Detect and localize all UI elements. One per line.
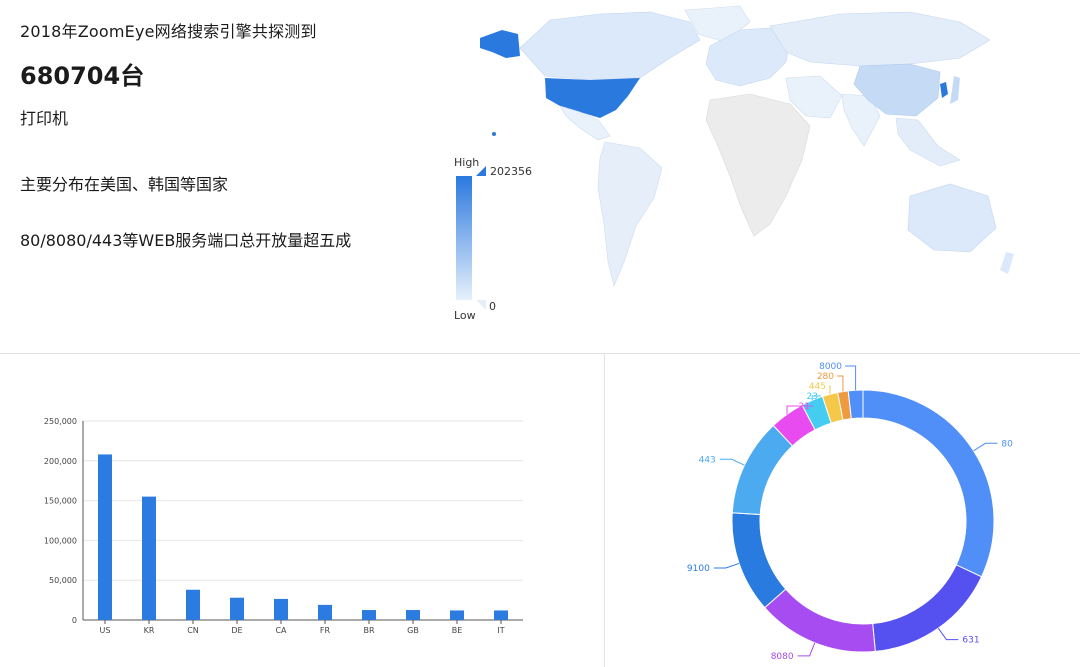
x-tick-label: BR: [363, 626, 374, 635]
device-type: 打印机: [20, 109, 69, 128]
world-map: High 202356 0 Low: [454, 5, 1014, 322]
slice-label: 280: [817, 372, 834, 382]
map-region-australia: [907, 183, 997, 253]
country-bar-chart: 0 50,000 100,000 150,000 200,000 250,000 US KR C…: [44, 417, 523, 635]
bar-it[interactable]: [494, 610, 508, 620]
summary-panel: 2018年ZoomEye网络搜索引擎共探测到 680704台 打印机 主要分布在…: [0, 0, 1080, 353]
x-tick-label: FR: [320, 626, 331, 635]
slice-leader-line: [713, 562, 740, 569]
map-region-japan: [950, 76, 960, 104]
slice-label: 80: [1001, 439, 1013, 449]
slice-port-80[interactable]: [862, 389, 995, 578]
distribution-note: 主要分布在美国、韩国等国家: [20, 175, 229, 194]
bar-us[interactable]: [98, 454, 112, 620]
device-count: 680704台: [20, 62, 145, 90]
x-tick-label: DE: [231, 626, 242, 635]
slice-port-8000[interactable]: [847, 389, 864, 420]
slice-port-8080[interactable]: [764, 588, 876, 653]
legend-high-label: High: [454, 156, 479, 169]
legend-low-label: Low: [454, 309, 476, 322]
x-tick-label: GB: [407, 626, 419, 635]
x-tick-label: CN: [187, 626, 199, 635]
y-tick-label: 200,000: [44, 457, 77, 466]
legend-max-value: 202356: [490, 165, 532, 178]
bar-kr[interactable]: [142, 496, 156, 620]
slice-label: 443: [699, 455, 716, 465]
x-tick-label: IT: [497, 626, 504, 635]
slice-leader-line: [937, 627, 959, 641]
map-region-hawaii: [492, 132, 496, 136]
y-tick-label: 50,000: [49, 576, 77, 585]
map-legend: High 202356 0 Low: [454, 156, 532, 322]
slice-leader-line: [719, 458, 745, 466]
slice-label: 631: [962, 636, 979, 646]
bar-be[interactable]: [450, 610, 464, 620]
map-region-new-zealand: [1000, 252, 1014, 274]
legend-min-value: 0: [489, 300, 496, 313]
slice-leader-line: [973, 442, 998, 452]
map-region-russia: [769, 11, 991, 67]
x-tick-label: CA: [275, 626, 287, 635]
bar-br[interactable]: [362, 610, 376, 620]
y-tick-label: 100,000: [44, 536, 77, 545]
ports-note: 80/8080/443等WEB服务端口总开放量超五成: [20, 231, 352, 250]
slice-leader-line: [829, 385, 831, 395]
summary-line-scan: 2018年ZoomEye网络搜索引擎共探测到: [20, 22, 317, 41]
x-tick-label: US: [100, 626, 111, 635]
bar-fr[interactable]: [318, 604, 332, 620]
slice-label: 21: [799, 402, 810, 412]
slice-label: 23: [807, 392, 818, 402]
bar-de[interactable]: [230, 597, 244, 620]
map-region-alaska: [480, 30, 520, 58]
x-tick-label: BE: [452, 626, 463, 635]
map-region-canada: [519, 11, 701, 81]
x-tick-label: KR: [144, 626, 155, 635]
y-tick-label: 150,000: [44, 497, 77, 506]
map-region-south-america: [597, 141, 663, 287]
port-donut-chart: 80 631 8080 9100 443 21234452808000: [687, 362, 1013, 662]
summary-text: 2018年ZoomEye网络搜索引擎共探测到 680704台 打印机 主要分布在…: [20, 18, 440, 251]
map-region-africa: [705, 93, 811, 237]
legend-min-handle[interactable]: [476, 300, 486, 310]
slice-label: 9100: [687, 564, 710, 574]
bar-cn[interactable]: [186, 589, 200, 620]
slice-leader-line: [797, 642, 816, 657]
bar-ca[interactable]: [274, 598, 288, 620]
map-region-korea: [940, 82, 948, 98]
bar-gb[interactable]: [406, 610, 420, 620]
slice-port-9100[interactable]: [731, 512, 787, 609]
slice-leader-line: [845, 365, 857, 391]
slice-label: 445: [809, 382, 826, 392]
slice-label: 8080: [771, 652, 794, 662]
slice-label: 8000: [819, 362, 842, 372]
slice-port-443[interactable]: [731, 424, 794, 516]
y-tick-label: 250,000: [44, 417, 77, 426]
y-tick-label: 0: [72, 616, 77, 625]
map-region-se-asia: [895, 117, 961, 167]
map-region-usa: [545, 78, 640, 118]
map-countries: [480, 5, 1014, 287]
legend-gradient-bar: [456, 176, 472, 300]
slice-leader-line: [837, 375, 844, 392]
